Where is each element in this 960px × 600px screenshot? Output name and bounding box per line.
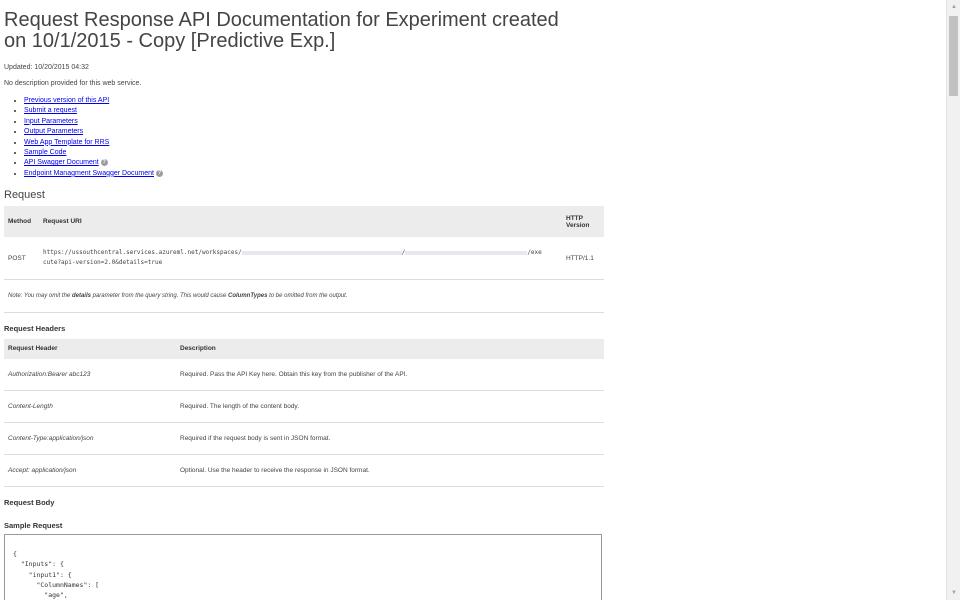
table-row: Accept: application/json Optional. Use t… [4,454,604,488]
note-bold-columntypes: ColumnTypes [228,292,268,299]
table-row: Content-Length Required. The length of t… [4,390,604,424]
header-name-cell: Accept: application/json [4,454,176,488]
header-description-cell: Required if the request body is sent in … [176,422,604,456]
note-text: Note: You may omit the [8,292,72,299]
table-header-row: Request Header Description [4,338,604,359]
sample-request-heading: Sample Request [4,521,63,531]
page-title: Request Response API Documentation for E… [4,9,559,52]
nav-link-item: Endpoint Managment Swagger Document? [24,169,946,179]
nav-link-item: API Swagger Document? [24,158,946,168]
column-header: Request Header [4,338,176,359]
method-cell: POST [4,237,39,280]
scroll-up-icon[interactable]: ▲ [947,0,960,14]
table-row: Authorization:Bearer abc123 Required. Pa… [4,358,604,392]
table-row: Content-Type:application/json Required i… [4,422,604,456]
table-header-row: Method Request URI HTTP Version [4,206,604,238]
link-submit-request[interactable]: Submit a request [24,107,77,114]
vertical-scrollbar[interactable]: ▲ ▼ [946,0,960,600]
column-header: Method [4,206,39,238]
column-header: HTTP Version [562,206,604,238]
updated-timestamp: Updated: 10/20/2015 04:32 [4,64,89,71]
help-icon[interactable]: ? [100,159,108,167]
code-line: "age", [13,591,68,600]
help-icon[interactable]: ? [155,169,163,177]
nav-link-item: Input Parameters [24,117,946,127]
uri-prefix: https://ussouthcentral.services.azureml.… [43,249,242,256]
nav-link-item: Sample Code [24,148,946,158]
service-description: No description provided for this web ser… [4,80,142,87]
scroll-down-icon[interactable]: ▼ [947,586,960,600]
nav-link-item: Submit a request [24,106,946,116]
code-line: "input1": { [13,570,72,579]
column-header: Request URI [39,206,562,238]
code-line: "Inputs": { [13,560,64,569]
link-previous-version[interactable]: Previous version of this API [24,97,109,104]
note-bold-details: details [71,292,91,299]
header-name-cell: Content-Length [4,390,176,424]
nav-link-item: Previous version of this API [24,96,946,106]
link-output-parameters[interactable]: Output Parameters [24,128,83,135]
table-row: POST https://ussouthcentral.services.azu… [4,237,604,280]
uri-query: cute?api-version=2.0&details=true [43,259,163,266]
header-name-cell: Authorization:Bearer abc123 [4,358,176,392]
note-text: parameter from the query string. This wo… [90,292,229,299]
sample-request-code[interactable]: { "Inputs": { "input1": { "ColumnNames":… [4,534,602,600]
request-headers-table: Request Header Description Authorization… [4,338,604,488]
request-table: Method Request URI HTTP Version POST htt… [4,206,604,280]
header-name-cell: Content-Type:application/json [4,422,176,456]
uri-cell: https://ussouthcentral.services.azureml.… [39,237,562,280]
link-sample-code[interactable]: Sample Code [24,149,66,156]
uri-suffix: /exe [527,249,542,256]
http-version-cell: HTTP/1.1 [562,237,604,280]
code-line: { [13,550,17,558]
column-header: Description [176,338,604,359]
link-api-swagger[interactable]: API Swagger Document [24,159,99,166]
request-headers-heading: Request Headers [4,323,66,333]
link-web-app-template[interactable]: Web App Template for RRS [24,139,109,146]
nav-link-item: Web App Template for RRS [24,138,946,148]
redacted-service-id [405,250,528,255]
link-input-parameters[interactable]: Input Parameters [24,118,78,125]
link-endpoint-swagger[interactable]: Endpoint Managment Swagger Document [24,170,154,177]
nav-link-item: Output Parameters [24,127,946,137]
request-heading: Request [4,189,45,202]
request-note: Note: You may omit the details parameter… [4,280,604,313]
header-description-cell: Required. Pass the API Key here. Obtain … [176,358,604,392]
request-body-heading: Request Body [4,498,55,508]
nav-link-list: Previous version of this API Submit a re… [4,96,946,179]
note-text: to be omitted from the output. [267,292,348,299]
documentation-page: Request Response API Documentation for E… [4,0,946,600]
scrollbar-thumb[interactable] [949,16,958,96]
redacted-workspace-id [241,250,402,255]
header-description-cell: Required. The length of the content body… [176,390,604,424]
header-description-cell: Optional. Use the header to receive the … [176,454,604,488]
code-line: "ColumnNames": [ [13,580,100,589]
